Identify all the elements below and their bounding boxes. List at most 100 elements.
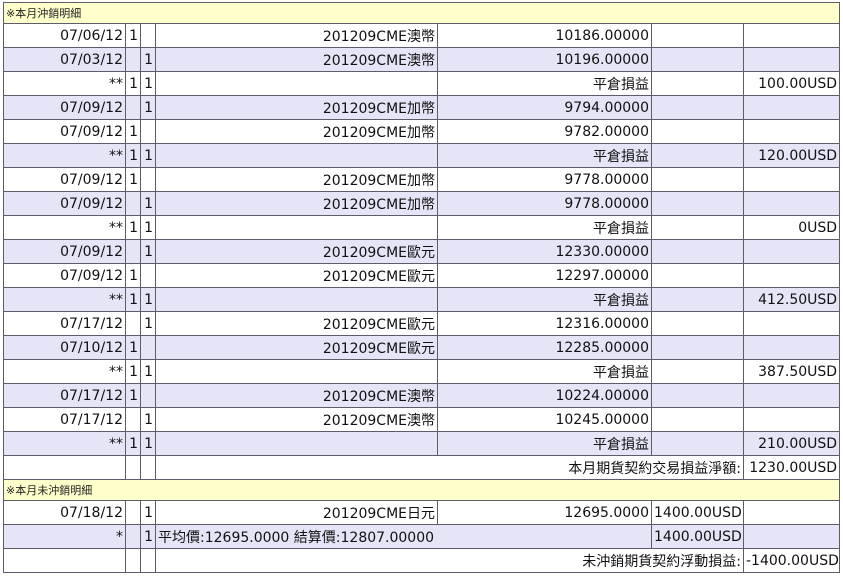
- price-cell: 12285.00000: [437, 335, 652, 360]
- pl-cell: 210.00USD: [742, 431, 841, 456]
- pl-cell: [742, 263, 841, 288]
- qty-b-cell: 1: [140, 359, 156, 384]
- date-cell: **: [3, 287, 126, 312]
- qty-a-cell: [125, 524, 141, 549]
- margin-cell: [651, 215, 744, 240]
- qty-a-cell: [125, 500, 141, 525]
- date-cell: **: [3, 359, 126, 384]
- qty-b-cell: [140, 383, 156, 408]
- pl-cell: [742, 335, 841, 360]
- qty-b-cell: 1: [140, 524, 156, 549]
- pl-cell: 412.50USD: [742, 287, 841, 312]
- pl-cell: [742, 23, 841, 48]
- empty-cell: [125, 455, 141, 480]
- total-label: 本月期貨契約交易損益淨額:: [155, 455, 744, 480]
- section-closed: ※本月沖銷明細: [2, 2, 841, 24]
- date-cell: 07/18/12: [3, 500, 126, 525]
- price-cell: 12695.0000: [437, 500, 652, 525]
- pl-cell: [742, 239, 841, 264]
- pl-cell: [742, 500, 841, 525]
- table-row: 07/10/12 1 201209CME歐元 12285.00000: [3, 335, 841, 360]
- qty-b-cell: 1: [140, 71, 156, 96]
- qty-b-cell: 1: [140, 239, 156, 264]
- section-open: ※本月未沖銷明細: [2, 479, 841, 501]
- price-cell: 平倉損益: [437, 143, 652, 168]
- contract-cell: 201209CME歐元: [155, 263, 438, 288]
- price-cell: 12330.00000: [437, 239, 652, 264]
- qty-a-cell: 1: [125, 143, 141, 168]
- table-row: 07/17/12 1 201209CME歐元 12316.00000: [3, 311, 841, 336]
- margin-cell: 1400.00USD: [651, 524, 744, 549]
- date-cell: **: [3, 431, 126, 456]
- price-cell: 9778.00000: [437, 167, 652, 192]
- avg-price-row: * 1 平均價:12695.0000 結算價:12807.00000 1400.00U…: [3, 524, 841, 549]
- table-row: 07/09/12 1 201209CME加幣 9778.00000: [3, 191, 841, 216]
- pl-cell: 0USD: [742, 215, 841, 240]
- qty-b-cell: [140, 23, 156, 48]
- contract-cell: [155, 287, 438, 312]
- empty-cell: [140, 548, 156, 573]
- avg-price-text: 平均價:12695.0000 結算價:12807.00000: [155, 524, 652, 549]
- pl-cell: [742, 311, 841, 336]
- date-cell: 07/17/12: [3, 383, 126, 408]
- table-row: 07/09/12 1 201209CME歐元 12330.00000: [3, 239, 841, 264]
- price-cell: 平倉損益: [437, 359, 652, 384]
- contract-cell: [155, 215, 438, 240]
- qty-a-cell: 1: [125, 215, 141, 240]
- qty-a-cell: 1: [125, 335, 141, 360]
- qty-a-cell: 1: [125, 119, 141, 144]
- qty-b-cell: [140, 167, 156, 192]
- qty-a-cell: [125, 95, 141, 120]
- contract-cell: [155, 431, 438, 456]
- contract-cell: 201209CME歐元: [155, 335, 438, 360]
- qty-a-cell: 1: [125, 71, 141, 96]
- pl-cell: [742, 167, 841, 192]
- empty-cell: [140, 455, 156, 480]
- price-cell: 平倉損益: [437, 287, 652, 312]
- price-cell: 10245.00000: [437, 407, 652, 432]
- date-cell: 07/09/12: [3, 191, 126, 216]
- qty-a-cell: [125, 47, 141, 72]
- pl-cell: 120.00USD: [742, 143, 841, 168]
- statement-table: ※本月沖銷明細 07/06/12 1 201209CME澳幣 10186.00000 07…: [2, 2, 841, 573]
- pl-cell: [742, 524, 841, 549]
- qty-a-cell: 1: [125, 431, 141, 456]
- table-row: 07/09/12 1 201209CME加幣 9778.00000: [3, 167, 841, 192]
- date-cell: 07/09/12: [3, 167, 126, 192]
- date-cell: 07/06/12: [3, 23, 126, 48]
- pl-cell: [742, 191, 841, 216]
- qty-b-cell: [140, 335, 156, 360]
- margin-cell: [651, 287, 744, 312]
- qty-b-cell: 1: [140, 500, 156, 525]
- date-cell: 07/09/12: [3, 239, 126, 264]
- price-cell: 9794.00000: [437, 95, 652, 120]
- qty-a-cell: 1: [125, 23, 141, 48]
- price-cell: 平倉損益: [437, 215, 652, 240]
- table-row: 07/09/12 1 201209CME加幣 9782.00000: [3, 119, 841, 144]
- price-cell: 10186.00000: [437, 23, 652, 48]
- date-cell: *: [3, 524, 126, 549]
- date-cell: 07/17/12: [3, 311, 126, 336]
- pl-cell: [742, 407, 841, 432]
- empty-cell: [125, 548, 141, 573]
- margin-cell: [651, 431, 744, 456]
- table-row: 07/09/12 1 201209CME歐元 12297.00000: [3, 263, 841, 288]
- margin-cell: [651, 383, 744, 408]
- pl-cell: [742, 383, 841, 408]
- qty-b-cell: 1: [140, 143, 156, 168]
- margin-cell: [651, 359, 744, 384]
- qty-a-cell: [125, 239, 141, 264]
- qty-b-cell: 1: [140, 431, 156, 456]
- qty-b-cell: 1: [140, 311, 156, 336]
- table-row: 07/17/12 1 201209CME澳幣 10245.00000: [3, 407, 841, 432]
- table-row: ** 1 1 平倉損益 412.50USD: [3, 287, 841, 312]
- contract-cell: 201209CME加幣: [155, 167, 438, 192]
- qty-a-cell: 1: [125, 287, 141, 312]
- price-cell: 9782.00000: [437, 119, 652, 144]
- table-row: 07/06/12 1 201209CME澳幣 10186.00000: [3, 23, 841, 48]
- margin-cell: [651, 167, 744, 192]
- pl-cell: [742, 47, 841, 72]
- table-row: ** 1 1 平倉損益 120.00USD: [3, 143, 841, 168]
- margin-cell: 1400.00USD: [651, 500, 744, 525]
- contract-cell: 201209CME加幣: [155, 191, 438, 216]
